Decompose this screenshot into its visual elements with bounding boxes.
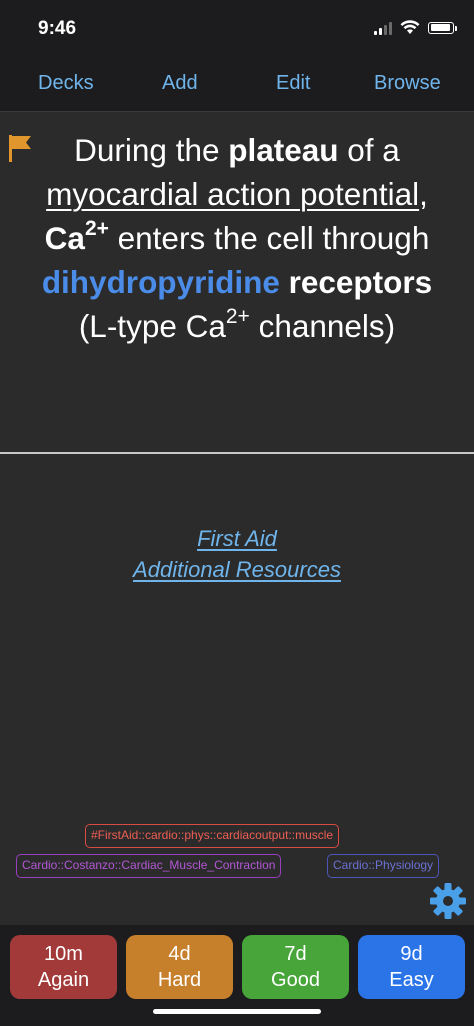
easy-label: Easy xyxy=(389,969,434,991)
status-bar: 9:46 xyxy=(0,0,474,56)
nav-browse-button[interactable]: Browse xyxy=(374,72,441,95)
question-line-2: myocardial action potential, xyxy=(46,176,428,212)
tag-costanzo: Cardio::Costanzo::Cardiac_Muscle_Contrac… xyxy=(16,854,282,878)
question-answer-divider xyxy=(0,452,474,454)
status-time: 9:46 xyxy=(38,18,77,39)
again-button[interactable]: 10m Again xyxy=(10,935,117,999)
cellular-signal-icon xyxy=(374,21,392,35)
hard-interval: 4d xyxy=(168,943,191,965)
good-interval: 7d xyxy=(284,943,307,965)
nav-decks-button[interactable]: Decks xyxy=(38,72,94,95)
question-line-1: During the plateau of a xyxy=(74,132,400,168)
home-indicator[interactable] xyxy=(153,1009,321,1014)
question-line-4: dihydropyridine receptors xyxy=(41,264,433,300)
status-icons xyxy=(374,20,457,35)
tag-physiology: Cardio::Physiology xyxy=(327,854,440,878)
again-interval: 10m xyxy=(44,943,83,965)
first-aid-link[interactable]: First Aid xyxy=(0,523,474,554)
easy-interval: 9d xyxy=(400,943,423,965)
card-links: First Aid Additional Resources xyxy=(0,523,474,585)
hard-button[interactable]: 4d Hard xyxy=(126,935,233,999)
card-question: During the plateau of a myocardial actio… xyxy=(0,128,474,348)
hard-label: Hard xyxy=(157,969,202,991)
good-button[interactable]: 7d Good xyxy=(242,935,349,999)
again-label: Again xyxy=(37,969,90,991)
nav-add-button[interactable]: Add xyxy=(162,72,198,95)
nav-edit-button[interactable]: Edit xyxy=(276,72,310,95)
wifi-icon xyxy=(400,20,420,34)
good-label: Good xyxy=(271,969,320,991)
tag-firstaid: #FirstAid::cardio::phys::cardiacoutput::… xyxy=(85,824,340,848)
battery-icon xyxy=(428,21,457,34)
question-line-3: Ca2+ enters the cell through xyxy=(44,216,430,257)
additional-resources-link[interactable]: Additional Resources xyxy=(0,554,474,585)
easy-button[interactable]: 9d Easy xyxy=(358,935,465,999)
nav-bar: Decks Add Edit Browse xyxy=(0,56,474,112)
question-line-5: (L-type Ca2+ channels) xyxy=(78,304,396,345)
gear-icon[interactable] xyxy=(428,881,468,921)
